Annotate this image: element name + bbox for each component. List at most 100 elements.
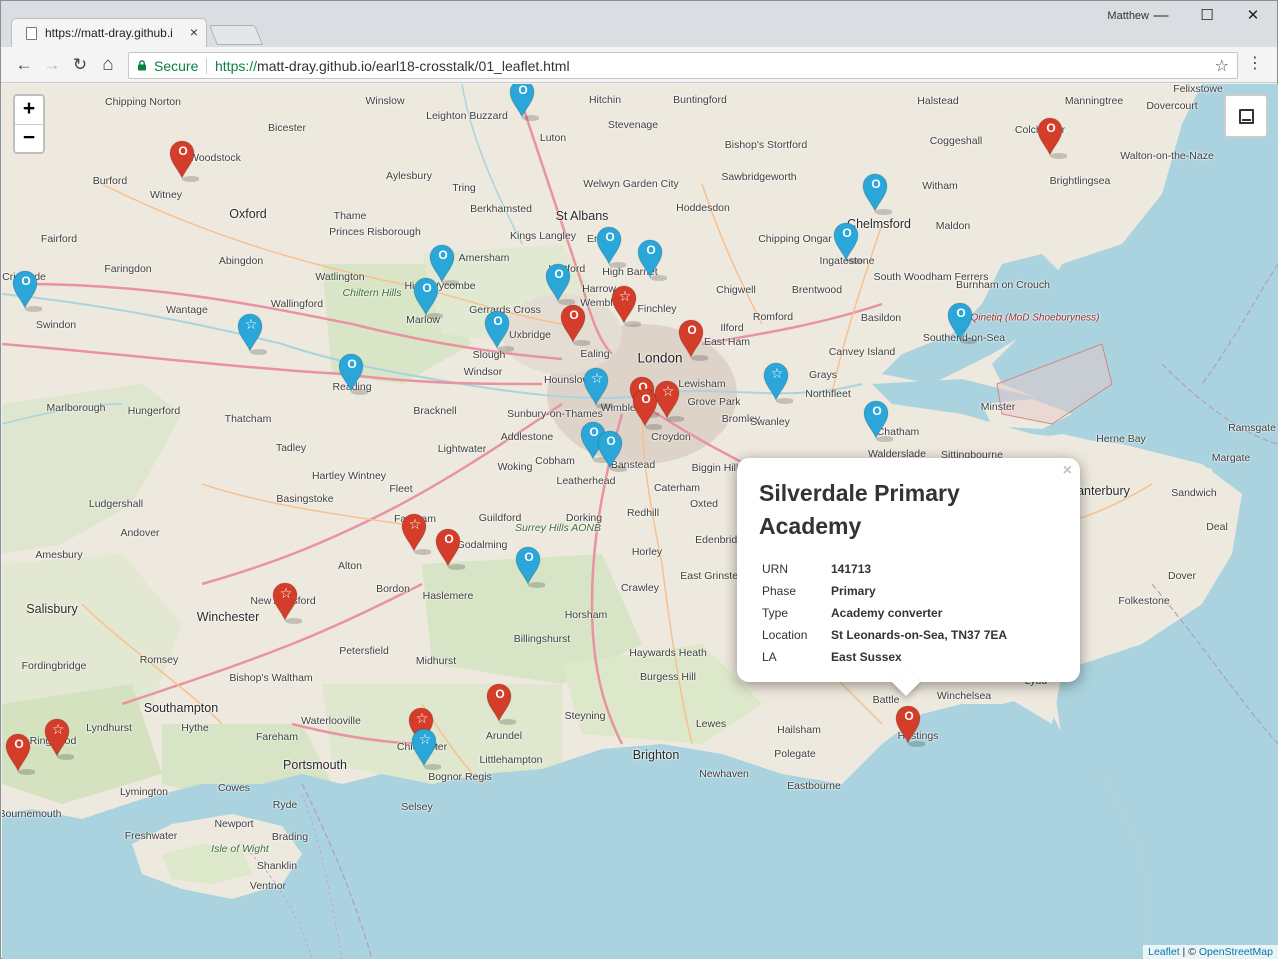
popup-row-key: LA	[762, 650, 777, 664]
close-window-button[interactable]: ✕	[1233, 5, 1273, 27]
home-button[interactable]: ⌂	[97, 55, 119, 77]
bookmark-star-icon[interactable]: ☆	[1215, 56, 1229, 76]
blue-map-marker[interactable]: O	[637, 238, 667, 281]
circle-icon: O	[518, 84, 528, 97]
red-map-marker[interactable]: ☆	[44, 717, 74, 760]
red-map-marker[interactable]: ☆	[611, 284, 641, 327]
blue-map-marker[interactable]: ☆	[411, 727, 441, 770]
red-map-marker[interactable]: O	[1037, 116, 1067, 159]
blue-map-marker[interactable]: O	[484, 309, 514, 352]
popup-row-key: URN	[762, 562, 788, 576]
popup-row-key: Phase	[762, 584, 797, 598]
blue-map-marker[interactable]: O	[862, 172, 892, 215]
zoom-in-button[interactable]: +	[15, 96, 43, 124]
address-divider	[206, 58, 207, 74]
browser-window: https://matt-dray.github.i × Matthew — ☐…	[0, 0, 1278, 959]
url-text[interactable]: https://matt-dray.github.io/earl18-cross…	[215, 58, 570, 74]
fullscreen-button[interactable]	[1224, 94, 1268, 138]
red-map-marker[interactable]: O	[678, 318, 708, 361]
red-map-marker[interactable]: O	[560, 303, 590, 346]
maximize-button[interactable]: ☐	[1187, 5, 1227, 27]
star-icon: ☆	[244, 316, 258, 332]
popup-row-value: Primary	[831, 584, 876, 598]
tab-active[interactable]: https://matt-dray.github.i ×	[11, 18, 207, 47]
zoom-control: + −	[13, 94, 45, 154]
blue-map-marker[interactable]: O	[596, 225, 626, 268]
red-map-marker[interactable]: ☆	[401, 512, 431, 555]
lock-icon	[138, 60, 146, 71]
blue-map-marker[interactable]: O	[509, 84, 539, 121]
circle-icon: O	[438, 248, 448, 262]
circle-icon: O	[605, 230, 615, 244]
zoom-out-button[interactable]: −	[15, 124, 43, 152]
browser-menu-button[interactable]: ⋮	[1247, 56, 1263, 72]
url-path: matt-dray.github.io/earl18-crosstalk/01_…	[257, 58, 570, 74]
leaflet-map[interactable]: Chipping Norton Winslow Hitchin Buntingford…	[2, 84, 1278, 959]
red-map-marker[interactable]: O	[5, 732, 35, 775]
star-icon: ☆	[279, 585, 293, 601]
circle-icon: O	[21, 274, 31, 288]
popup-row-value: Academy converter	[831, 606, 943, 620]
browser-toolbar: ← → ↻ ⌂ Secure https://matt-dray.github.…	[1, 47, 1277, 83]
reload-button[interactable]: ↻	[69, 55, 91, 77]
blue-map-marker[interactable]: O	[413, 276, 443, 319]
popup-row-value: East Sussex	[831, 650, 902, 664]
circle-icon: O	[904, 709, 914, 723]
circle-icon: O	[347, 357, 357, 371]
red-map-marker[interactable]: O	[895, 704, 925, 747]
circle-icon: O	[493, 314, 503, 328]
back-button[interactable]: ←	[13, 55, 35, 77]
popup-row: Type Academy converter	[759, 602, 1010, 624]
blue-map-marker[interactable]: O	[947, 301, 977, 344]
circle-icon: O	[554, 267, 564, 281]
circle-icon: O	[569, 308, 579, 322]
attribution-separator: | ©	[1179, 946, 1199, 958]
popup-details-table: URN 141713 Phase Primary Type Academy convert…	[759, 558, 1010, 668]
circle-icon: O	[495, 687, 505, 701]
star-icon: ☆	[408, 516, 422, 532]
popup-row-key: Location	[762, 628, 808, 642]
circle-icon: O	[871, 177, 881, 191]
url-protocol: https://	[215, 58, 258, 74]
blue-map-marker[interactable]: O	[833, 221, 863, 264]
secure-label: Secure	[154, 58, 199, 74]
red-map-marker[interactable]: O	[169, 139, 199, 182]
blue-map-marker[interactable]: O	[338, 352, 368, 395]
leaflet-link[interactable]: Leaflet	[1148, 946, 1180, 958]
blue-map-marker[interactable]: ☆	[583, 366, 613, 409]
new-tab-button[interactable]	[208, 25, 264, 45]
marker-popup: × Silverdale Primary Academy URN 141713 Ph…	[737, 458, 1080, 697]
blue-map-marker[interactable]: ☆	[237, 312, 267, 355]
circle-icon: O	[842, 226, 852, 240]
blue-map-marker[interactable]: O	[515, 545, 545, 588]
circle-icon: O	[872, 404, 882, 418]
star-icon: ☆	[418, 731, 432, 747]
popup-title: Silverdale Primary Academy	[759, 480, 960, 539]
page-icon	[26, 27, 37, 40]
popup-row-key: Type	[762, 606, 789, 620]
blue-map-marker[interactable]: O	[597, 429, 627, 472]
minimize-button[interactable]: —	[1141, 5, 1181, 27]
blue-map-marker[interactable]: O	[545, 262, 575, 305]
blue-map-marker[interactable]: O	[12, 269, 42, 312]
circle-icon: O	[956, 306, 966, 320]
blue-map-marker[interactable]: O	[863, 399, 893, 442]
star-icon: ☆	[661, 383, 675, 399]
forward-button[interactable]: →	[41, 55, 63, 77]
popup-row: LA East Sussex	[759, 646, 1010, 668]
blue-map-marker[interactable]: ☆	[763, 361, 793, 404]
red-map-marker[interactable]: ☆	[272, 581, 302, 624]
red-map-marker[interactable]: O	[486, 682, 516, 725]
circle-icon: O	[422, 281, 432, 295]
tab-close-icon[interactable]: ×	[190, 24, 198, 40]
popup-row: Phase Primary	[759, 580, 1010, 602]
red-map-marker[interactable]: O	[435, 527, 465, 570]
star-icon: ☆	[51, 721, 65, 737]
title-bar: https://matt-dray.github.i × Matthew — ☐…	[1, 1, 1277, 47]
circle-icon: O	[444, 532, 454, 546]
popup-close-button[interactable]: ×	[1063, 462, 1072, 480]
red-map-marker[interactable]: ☆	[654, 379, 684, 422]
address-bar[interactable]: Secure https://matt-dray.github.io/earl1…	[128, 52, 1238, 79]
openstreetmap-link[interactable]: OpenStreetMap	[1199, 946, 1273, 958]
basemap	[2, 84, 1278, 959]
